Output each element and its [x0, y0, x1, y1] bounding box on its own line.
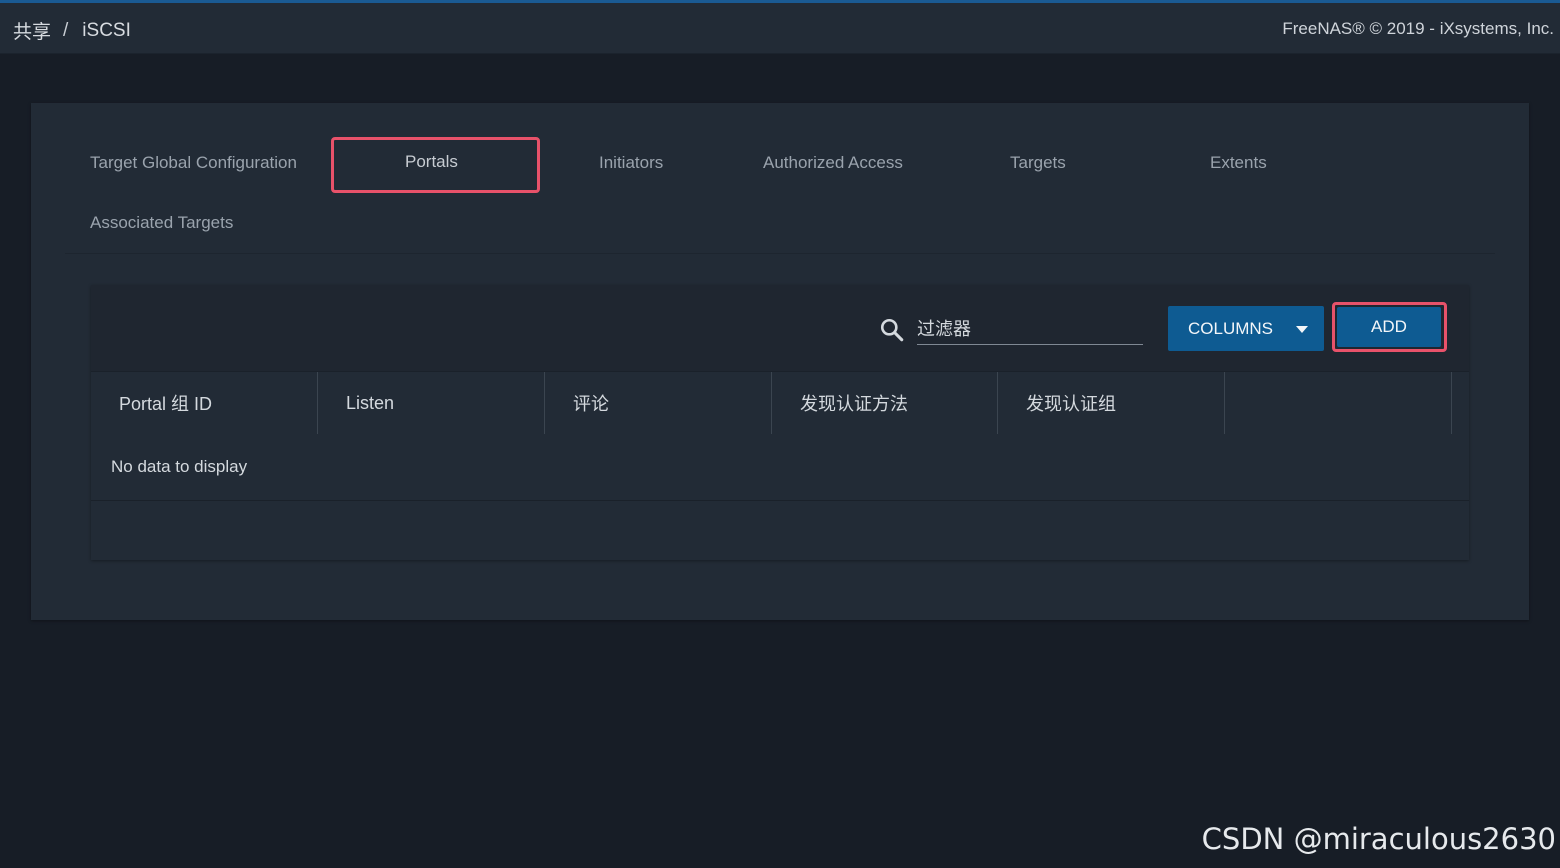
tab-initiators[interactable]: Initiators [599, 153, 663, 173]
column-header-listen[interactable]: Listen [318, 372, 545, 434]
tab-authorized-access[interactable]: Authorized Access [763, 153, 903, 173]
table-empty-row: No data to display [91, 434, 1469, 501]
breadcrumb-item-iscsi: iSCSI [82, 19, 131, 41]
tab-divider [65, 253, 1495, 254]
column-header-discovery-auth-group[interactable]: 发现认证组 [998, 372, 1225, 434]
breadcrumb-item-sharing[interactable]: 共享 [13, 17, 51, 44]
add-button[interactable]: ADD [1337, 307, 1441, 347]
add-button-label: ADD [1371, 317, 1407, 336]
columns-button[interactable]: COLUMNS [1168, 306, 1324, 351]
breadcrumb: 共享 / iSCSI [13, 17, 131, 44]
portals-table-card: COLUMNS ADD Portal 组 ID Listen 评论 发现认证方法… [91, 285, 1469, 560]
column-header-actions [1225, 372, 1452, 434]
watermark-text: CSDN @miraculous2630 [1201, 822, 1556, 856]
search-icon [880, 318, 904, 342]
empty-message: No data to display [111, 457, 248, 476]
iscsi-card: Target Global Configuration Portals Init… [31, 103, 1529, 620]
columns-button-label: COLUMNS [1188, 318, 1274, 338]
tab-associated-targets[interactable]: Associated Targets [90, 213, 233, 233]
table-header-row: Portal 组 ID Listen 评论 发现认证方法 发现认证组 [91, 371, 1469, 435]
filter-input[interactable] [917, 315, 1143, 345]
page-header: 共享 / iSCSI FreeNAS® © 2019 - iXsystems, … [0, 3, 1560, 54]
copyright-text: FreeNAS® © 2019 - iXsystems, Inc. [1282, 19, 1554, 38]
breadcrumb-separator: / [63, 19, 69, 41]
tab-targets[interactable]: Targets [1010, 153, 1066, 173]
column-header-comment[interactable]: 评论 [545, 372, 772, 434]
table-footer [91, 501, 1469, 560]
column-header-portal-group-id[interactable]: Portal 组 ID [91, 372, 318, 434]
column-header-discovery-auth-method[interactable]: 发现认证方法 [772, 372, 998, 434]
tab-target-global-configuration[interactable]: Target Global Configuration [90, 153, 297, 173]
tab-extents[interactable]: Extents [1210, 153, 1267, 173]
caret-down-icon [1296, 326, 1308, 333]
tab-portals[interactable]: Portals [405, 152, 458, 172]
